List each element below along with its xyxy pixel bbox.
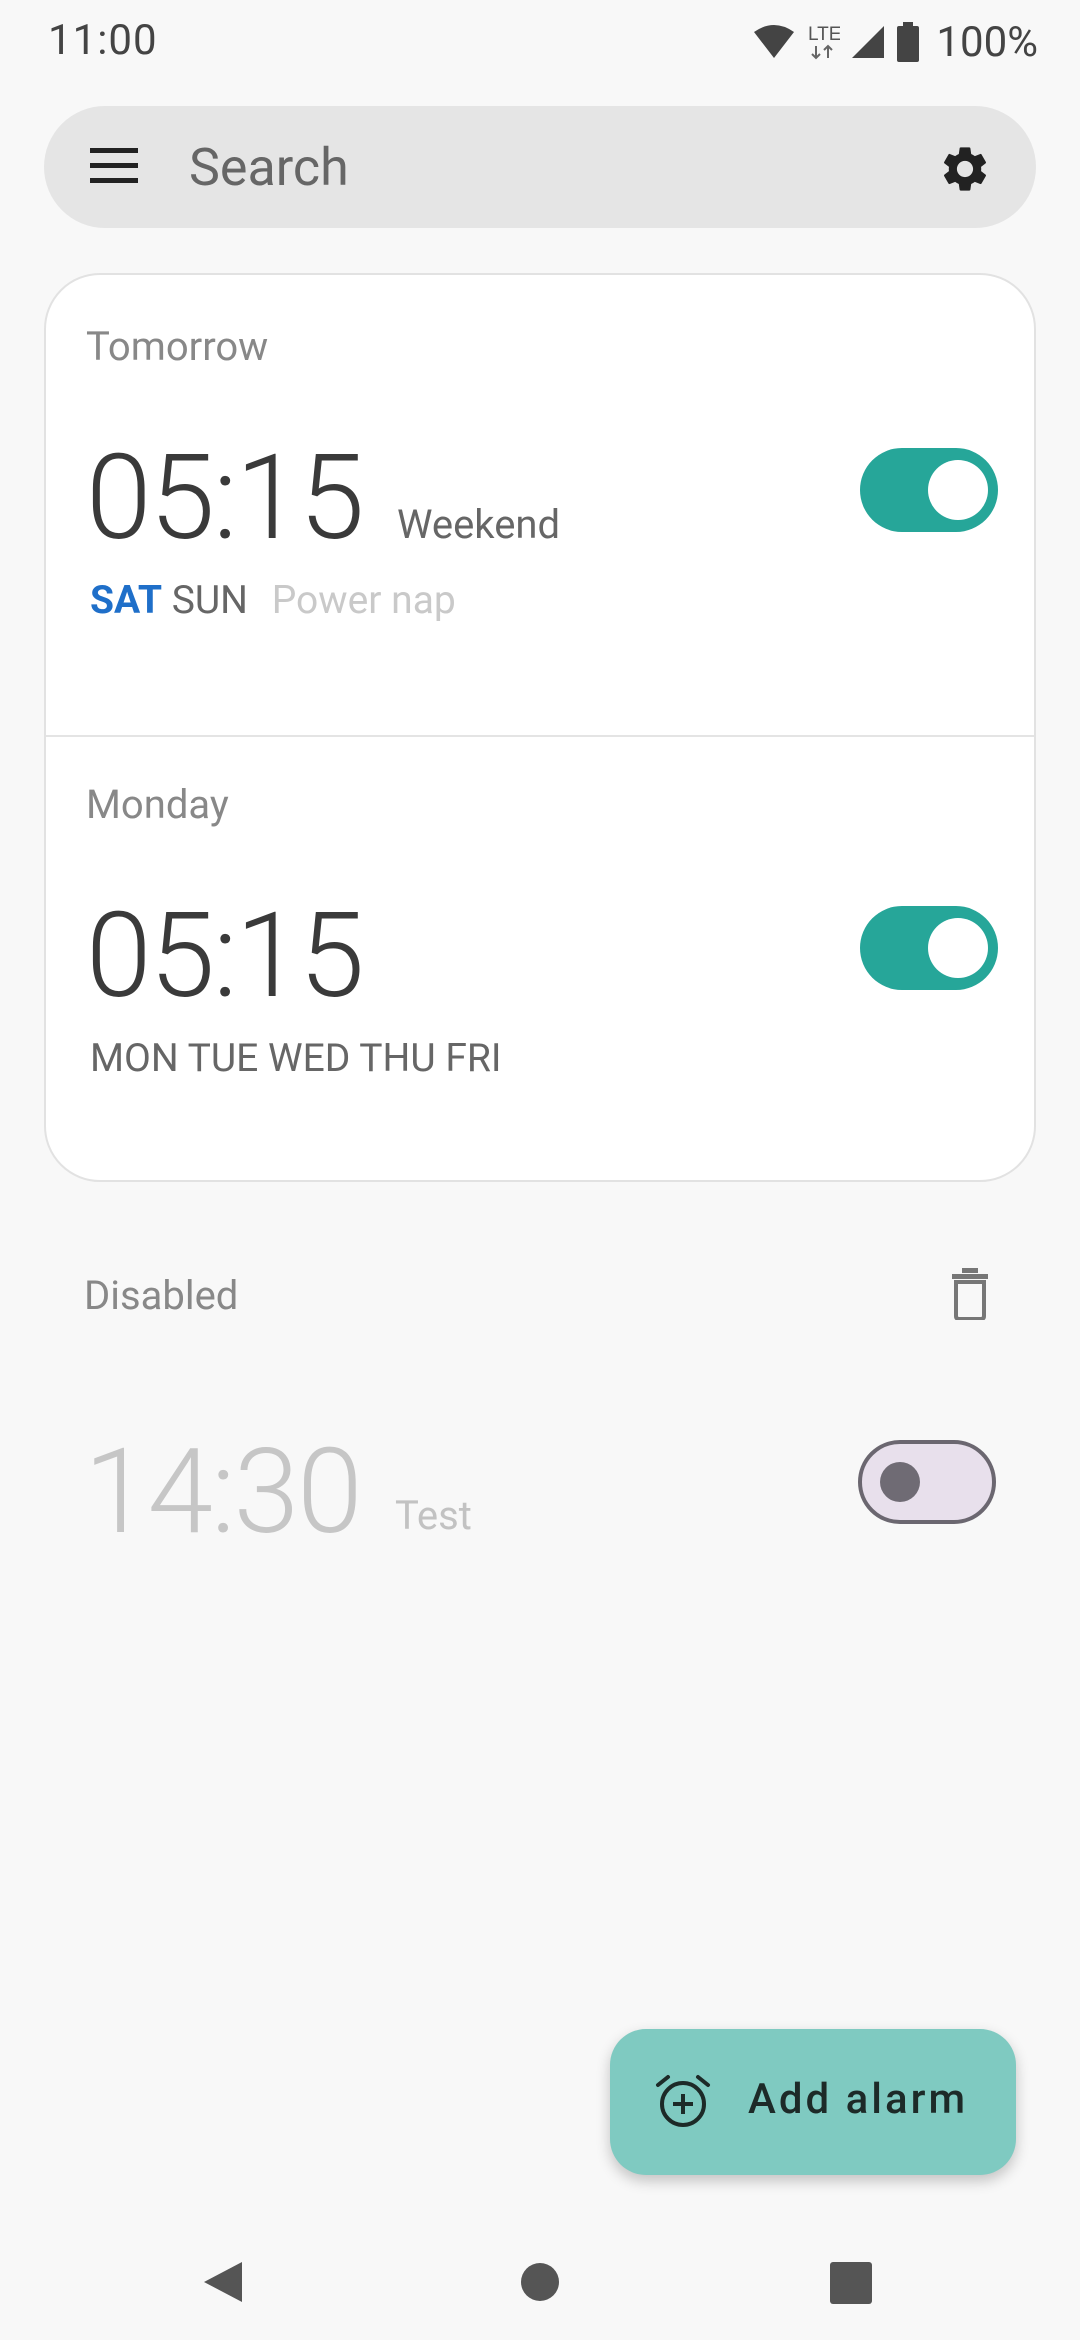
trash-icon[interactable] — [950, 1268, 990, 1324]
battery-percentage: 100% — [936, 17, 1038, 67]
signal-icon — [850, 24, 886, 60]
active-day: SAT — [90, 577, 163, 623]
alarm-time[interactable]: 14:30 — [84, 1433, 363, 1551]
alarm-days: SAT SUN Power nap — [90, 577, 456, 623]
recents-icon[interactable] — [830, 2262, 872, 2308]
alarm-toggle[interactable] — [860, 906, 998, 990]
home-icon[interactable] — [520, 2262, 560, 2306]
battery-icon — [896, 22, 920, 62]
toggle-knob — [880, 1462, 920, 1502]
alarm-add-icon — [654, 2073, 712, 2135]
menu-icon[interactable] — [88, 144, 140, 192]
alarm-time[interactable]: 05:15 — [86, 439, 365, 557]
status-time: 11:00 — [48, 16, 158, 65]
alarm-name: Test — [395, 1492, 472, 1539]
status-icons: LTE 100% — [752, 14, 1038, 70]
alarm-days: MON TUE WED THU FRI — [90, 1035, 502, 1081]
day-list: SUN — [171, 577, 249, 623]
alarm-item[interactable]: Monday 05:15 MON TUE WED THU FRI — [46, 735, 1034, 1180]
enabled-alarms-card: Tomorrow 05:15 Weekend SAT SUN Power nap… — [44, 273, 1036, 1182]
disabled-section-header: Disabled — [84, 1272, 239, 1319]
navigation-bar — [0, 2220, 1080, 2340]
alarm-label: Monday — [86, 781, 229, 828]
alarm-name: Weekend — [397, 501, 561, 548]
alarm-label: Tomorrow — [86, 323, 269, 370]
day-list: MON TUE WED THU FRI — [90, 1035, 502, 1081]
wifi-icon — [752, 24, 796, 60]
status-bar: 11:00 LTE 100% — [0, 0, 1080, 84]
gear-icon[interactable] — [938, 142, 992, 200]
alarm-item[interactable]: Tomorrow 05:15 Weekend SAT SUN Power nap — [46, 275, 1034, 737]
search-input[interactable]: Search — [189, 137, 349, 198]
back-icon[interactable] — [200, 2258, 246, 2310]
lte-text: LTE — [808, 24, 840, 45]
add-alarm-button[interactable]: Add alarm — [610, 2029, 1016, 2175]
alarm-toggle[interactable] — [858, 1440, 996, 1524]
lte-icon: LTE — [806, 20, 840, 64]
add-alarm-label: Add alarm — [748, 2075, 969, 2124]
search-bar[interactable]: Search — [44, 106, 1036, 228]
alarm-toggle[interactable] — [860, 448, 998, 532]
alarm-time[interactable]: 05:15 — [86, 897, 365, 1015]
alarm-note: Power nap — [271, 577, 456, 623]
toggle-knob — [928, 918, 988, 978]
toggle-knob — [928, 460, 988, 520]
